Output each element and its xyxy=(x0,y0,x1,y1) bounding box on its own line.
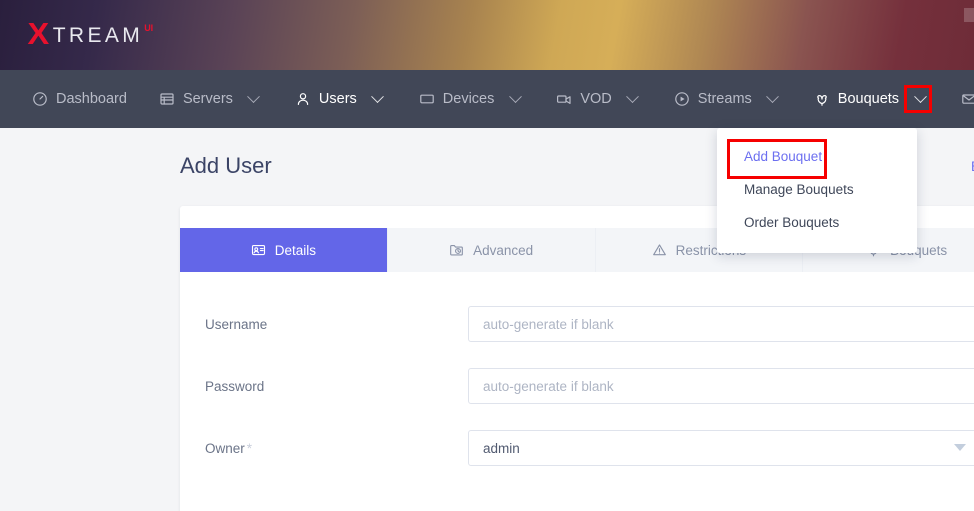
chevron-down-icon[interactable] xyxy=(620,88,642,110)
nav-item-bouquets[interactable]: Bouquets xyxy=(798,70,945,128)
owner-label: Owner * xyxy=(180,441,468,456)
logo-superscript: UI xyxy=(144,23,154,33)
tab-advanced[interactable]: Advanced xyxy=(388,228,596,272)
server-icon xyxy=(159,91,175,107)
nav-item-label: Dashboard xyxy=(56,91,127,107)
field-label-text: Username xyxy=(205,316,268,332)
form-row-owner: Owner * admin xyxy=(180,430,974,466)
form-row-username: Username xyxy=(180,306,974,342)
chevron-down-icon[interactable] xyxy=(760,88,782,110)
logo-wordmark: TREAM xyxy=(52,24,144,47)
nav-item-streams[interactable]: Streams xyxy=(658,70,798,128)
logo-x-mark: X xyxy=(27,16,50,51)
username-label: Username xyxy=(180,317,468,332)
field-wrapper xyxy=(468,368,974,404)
nav-item-ti[interactable]: Ti xyxy=(945,70,974,128)
user-form: Username Password Owner* admin xyxy=(180,272,974,502)
nav-item-label: Streams xyxy=(697,91,752,107)
chevron-down-icon[interactable] xyxy=(365,88,387,110)
gauge-icon xyxy=(32,91,48,107)
brand-header: X TREAM UI xyxy=(0,0,974,70)
app-root: X TREAM UI Dashboard Servers Users Devices V… xyxy=(0,0,974,511)
nav-item-vod[interactable]: VOD xyxy=(540,70,657,128)
flower-icon xyxy=(814,91,830,107)
tab-details[interactable]: Details xyxy=(180,228,388,272)
chevron-down-icon[interactable] xyxy=(502,88,524,110)
play-circle-icon xyxy=(674,91,690,107)
monitor-icon xyxy=(419,91,435,107)
video-icon xyxy=(556,91,572,107)
user-icon xyxy=(295,91,311,107)
nav-item-label: Servers xyxy=(182,91,233,107)
field-wrapper xyxy=(468,306,974,342)
nav-item-label: Bouquets xyxy=(837,91,900,107)
page-title: Add User xyxy=(180,153,272,178)
tab-label: Details xyxy=(274,242,316,258)
warning-icon xyxy=(652,243,667,258)
bouquets-dropdown-menu: Add Bouquet Manage Bouquets Order Bouquets xyxy=(717,128,917,253)
form-row-password: Password xyxy=(180,368,974,404)
chevron-down-icon[interactable] xyxy=(954,444,966,451)
nav-item-dashboard[interactable]: Dashboard xyxy=(16,70,143,128)
chevron-down-icon[interactable] xyxy=(241,88,263,110)
password-input[interactable] xyxy=(468,368,974,404)
dropdown-item-order-bouquets[interactable]: Order Bouquets xyxy=(717,206,917,239)
nav-item-servers[interactable]: Servers xyxy=(143,70,279,128)
dropdown-item-manage-bouquets[interactable]: Manage Bouquets xyxy=(717,173,917,206)
id-card-icon xyxy=(251,243,266,258)
required-marker: * xyxy=(246,440,253,456)
nav-item-label: VOD xyxy=(580,91,612,107)
chevron-down-icon[interactable] xyxy=(904,85,933,113)
nav-item-users[interactable]: Users xyxy=(279,70,403,128)
nav-item-label: Devices xyxy=(442,91,495,107)
owner-select[interactable]: admin xyxy=(468,430,974,466)
xtream-logo[interactable]: X TREAM UI xyxy=(27,16,154,51)
nav-item-devices[interactable]: Devices xyxy=(403,70,541,128)
field-label-text: Owner xyxy=(205,440,245,456)
field-wrapper: admin xyxy=(468,430,974,466)
field-label-text: Password xyxy=(205,378,265,394)
folder-clock-icon xyxy=(449,243,464,258)
username-input[interactable] xyxy=(468,306,974,342)
main-navbar: Dashboard Servers Users Devices VOD Streams Bo… xyxy=(0,70,974,128)
tab-label: Advanced xyxy=(473,242,534,258)
selected-value: admin xyxy=(483,440,520,456)
dropdown-item-add-bouquet[interactable]: Add Bouquet xyxy=(717,140,917,173)
password-label: Password xyxy=(180,379,468,394)
nav-item-label: Users xyxy=(318,91,357,107)
envelope-icon xyxy=(961,91,974,107)
header-sheen xyxy=(964,8,974,22)
